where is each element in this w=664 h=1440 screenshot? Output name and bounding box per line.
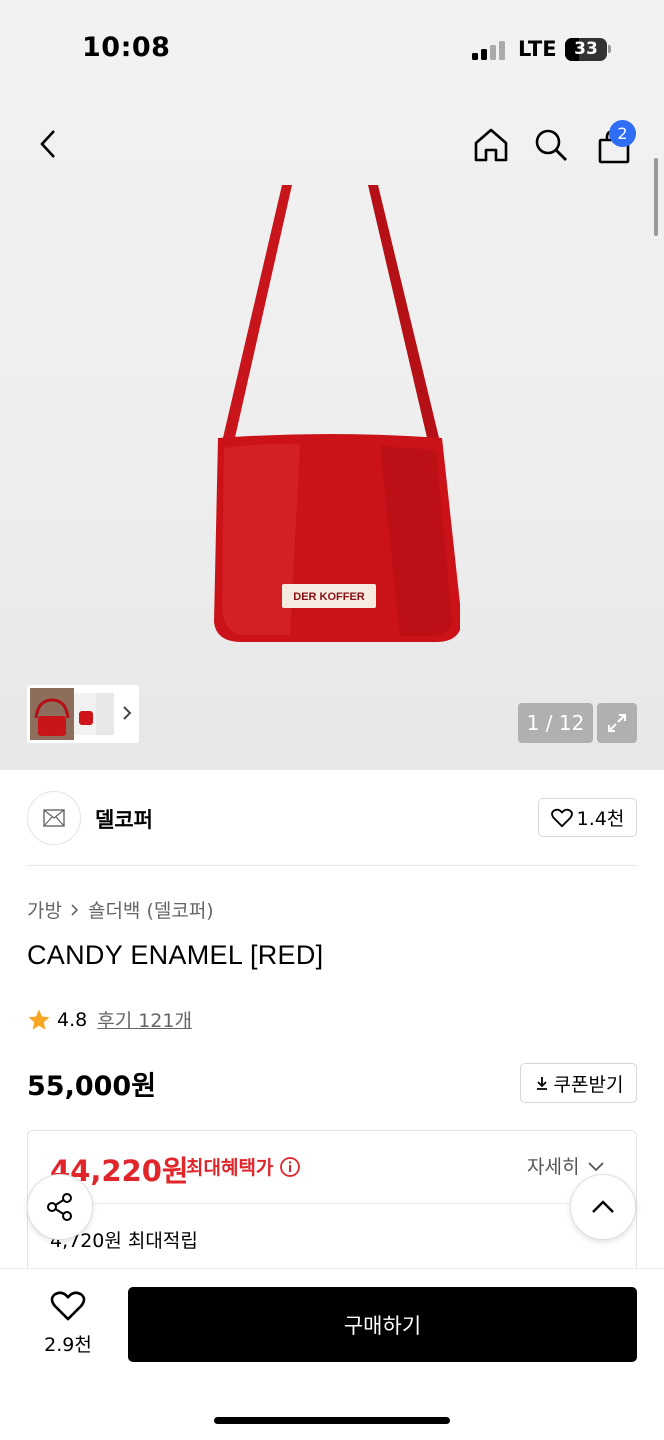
info-icon[interactable] [279, 1156, 301, 1178]
breadcrumb-category[interactable]: 가방 [27, 896, 62, 923]
brand-like-button[interactable]: 1.4천 [538, 798, 637, 837]
thumbnail-strip[interactable] [27, 685, 139, 743]
scroll-top-button[interactable] [570, 1174, 636, 1240]
network-type: LTE [518, 37, 557, 61]
download-icon [536, 1077, 547, 1090]
rating-value: 4.8 [57, 1008, 88, 1031]
status-bar: 10:08 LTE 33 [0, 0, 664, 100]
star-icon [28, 1009, 50, 1030]
thumbnail-image[interactable] [96, 693, 114, 735]
divider [28, 1203, 635, 1204]
product-image-gallery[interactable]: DER KOFFER 1 / 12 [0, 0, 664, 770]
brand-name[interactable]: 델코퍼 [95, 804, 153, 834]
max-benefit-text: 최대혜택가 [186, 1157, 274, 1179]
max-benefit-label: 최대혜택가 [186, 1153, 301, 1180]
heart-icon [550, 808, 573, 827]
share-button[interactable] [27, 1174, 93, 1240]
product-rating: 4.8 후기 121개 [27, 1006, 192, 1033]
coupon-button[interactable]: 쿠폰받기 [520, 1063, 637, 1103]
product-image: DER KOFFER [214, 185, 460, 642]
breadcrumb: 가방 숄더백 (델코퍼) [27, 896, 214, 923]
expand-icon[interactable] [597, 703, 637, 743]
image-counter: 1 / 12 [518, 703, 593, 743]
thumbnail-image[interactable] [74, 693, 96, 735]
home-button[interactable] [470, 124, 512, 166]
signal-icon [472, 40, 506, 60]
chevron-left-icon [40, 130, 55, 158]
bag-label-text: DER KOFFER [293, 591, 365, 603]
search-button[interactable] [530, 124, 572, 166]
chevron-up-icon [592, 1200, 614, 1213]
review-link[interactable]: 후기 121개 [97, 1006, 192, 1033]
home-icon [474, 128, 508, 162]
search-icon [535, 129, 567, 161]
detail-label: 자세히 [527, 1156, 580, 1178]
cart-count-badge: 2 [609, 120, 636, 147]
home-indicator[interactable] [214, 1417, 450, 1424]
chevron-down-icon [588, 1161, 605, 1171]
wishlist-button[interactable]: 2.9천 [30, 1290, 106, 1360]
brand-like-count: 1.4천 [576, 808, 625, 830]
thumbnail-image[interactable] [30, 688, 74, 740]
share-icon [47, 1193, 72, 1221]
battery-cap [608, 45, 611, 53]
scrollbar[interactable] [654, 158, 658, 236]
chevron-right-icon [71, 903, 79, 916]
heart-icon [50, 1291, 86, 1321]
product-title: CANDY ENAMEL [RED] [27, 940, 324, 970]
envelope-icon [43, 809, 65, 827]
wishlist-count: 2.9천 [44, 1334, 92, 1356]
breadcrumb-subcategory[interactable]: 숄더백 (델코퍼) [88, 896, 214, 923]
coupon-label: 쿠폰받기 [553, 1073, 624, 1096]
status-time: 10:08 [82, 32, 171, 63]
divider [27, 865, 637, 866]
back-button[interactable] [30, 124, 66, 164]
brand-logo[interactable] [27, 791, 81, 845]
battery-level: 33 [574, 39, 598, 59]
chevron-right-icon[interactable] [119, 703, 135, 723]
battery-icon: 33 [565, 38, 607, 61]
product-price: 55,000원 [27, 1071, 157, 1102]
buy-button[interactable]: 구매하기 [128, 1287, 637, 1362]
